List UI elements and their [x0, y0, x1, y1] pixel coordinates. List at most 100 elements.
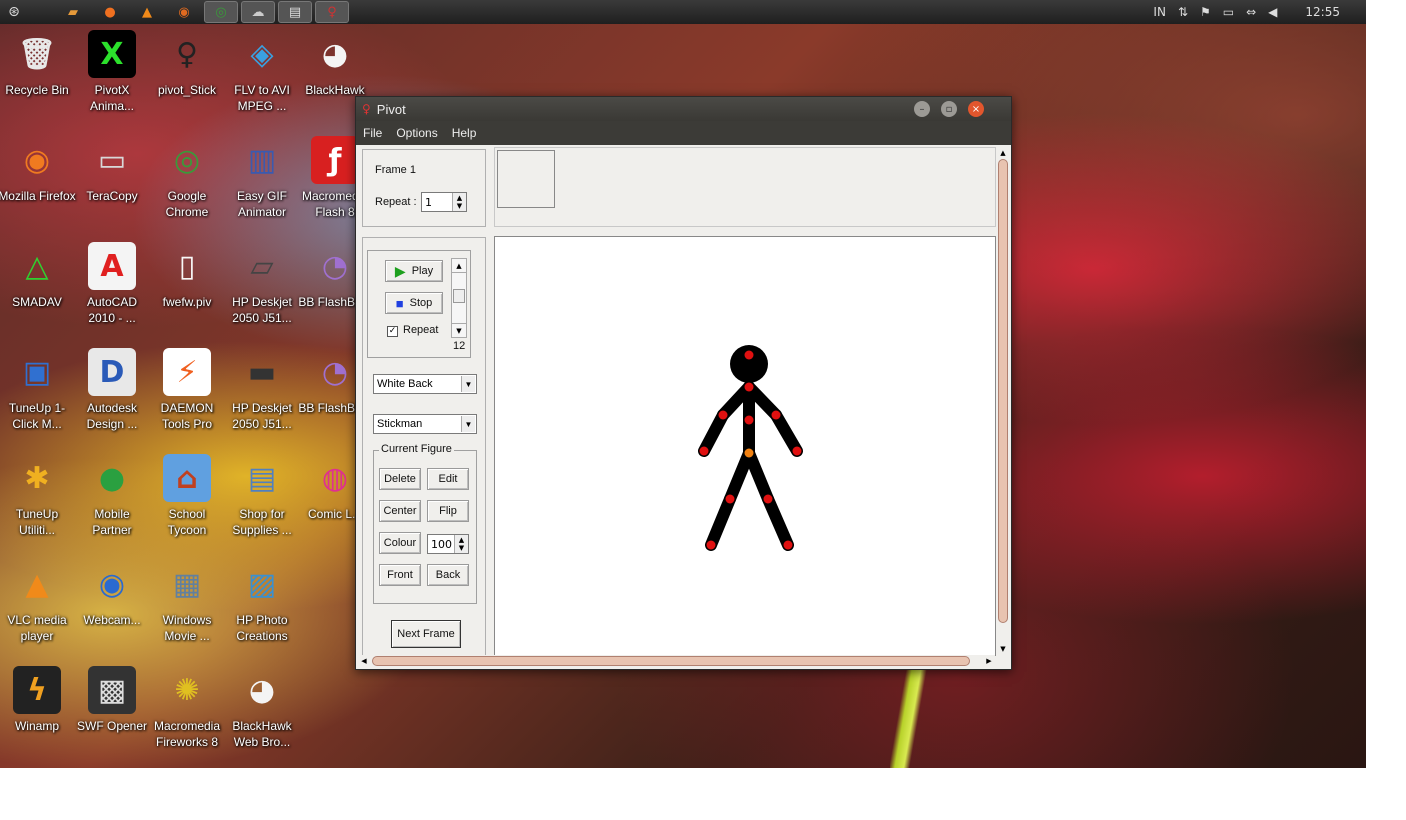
minimize-button[interactable]: – — [914, 101, 930, 117]
flip-button[interactable]: Flip — [427, 500, 469, 522]
chevron-down-icon[interactable]: ▼ — [461, 376, 475, 392]
delete-button[interactable]: Delete — [379, 468, 421, 490]
home-icon[interactable]: ⊛ — [0, 1, 28, 23]
desktop-icon[interactable]: ▦ Windows Movie ... — [150, 560, 224, 660]
desktop-icon[interactable]: ▥ Easy GIF Animator — [225, 136, 299, 236]
size-spinner[interactable]: 100 ▲ ▼ — [427, 534, 469, 554]
joint-handle[interactable] — [744, 382, 754, 392]
center-button[interactable]: Center — [379, 500, 421, 522]
desktop-icon[interactable]: X PivotX Anima... — [75, 30, 149, 130]
desktop-icon[interactable]: ▱ HP Deskjet 2050 J51... — [225, 242, 299, 342]
figure-select[interactable]: Stickman ▼ — [373, 414, 477, 434]
clock[interactable]: 12:55 — [1305, 5, 1340, 19]
vlc-icon[interactable]: ▲ — [130, 1, 164, 23]
desktop-icon[interactable]: ▭ TeraCopy — [75, 136, 149, 236]
desktop-icon[interactable]: ♀ pivot_Stick — [150, 30, 224, 130]
desktop-icon[interactable]: ▤ Shop for Supplies ... — [225, 454, 299, 554]
spinner-arrows-icon[interactable]: ▲ ▼ — [454, 535, 468, 553]
repeat-spinner[interactable]: 1 ▲ ▼ — [421, 192, 467, 212]
chrome-icon[interactable]: ◎ — [204, 1, 238, 23]
desktop-icon[interactable]: ◉ Webcam... — [75, 560, 149, 660]
desktop-icon[interactable]: ◈ FLV to AVI MPEG ... — [225, 30, 299, 130]
joint-handle[interactable] — [783, 540, 793, 550]
colour-button[interactable]: Colour — [379, 532, 421, 554]
close-button[interactable]: × — [968, 101, 984, 117]
network-icon[interactable]: ⇅ — [1178, 5, 1188, 19]
desktop-icon[interactable]: ▩ SWF Opener — [75, 666, 149, 766]
stop-button[interactable]: ■ Stop — [385, 292, 443, 314]
joint-handle[interactable] — [744, 350, 754, 360]
slider-thumb[interactable] — [453, 289, 465, 303]
figure-limb[interactable] — [698, 409, 729, 457]
maximize-button[interactable]: ▫ — [941, 101, 957, 117]
title-bar[interactable]: ♀ Pivot – ▫ × — [356, 97, 1011, 121]
desktop-icon[interactable]: ✱ TuneUp Utiliti... — [0, 454, 74, 554]
scroll-down-icon[interactable]: ▼ — [997, 643, 1009, 655]
menu-help[interactable]: Help — [445, 126, 484, 140]
horizontal-scroll-thumb[interactable] — [372, 656, 970, 666]
spinner-arrows-icon[interactable]: ▲ ▼ — [452, 193, 466, 211]
menu-file[interactable]: File — [356, 126, 389, 140]
joint-handle[interactable] — [718, 410, 728, 420]
volume-icon[interactable]: ◀ — [1268, 5, 1277, 19]
desktop-icon[interactable]: ϟ Winamp — [0, 666, 74, 766]
desktop-icon[interactable]: ● Mobile Partner — [75, 454, 149, 554]
vertical-scroll-thumb[interactable] — [998, 159, 1008, 623]
joint-handle[interactable] — [763, 494, 773, 504]
stickman-figure[interactable] — [495, 237, 995, 655]
desktop-icon[interactable]: ✺ Macromedia Fireworks 8 — [150, 666, 224, 766]
joint-handle[interactable] — [725, 494, 735, 504]
desktop-icon[interactable]: ◕ BlackHawk Web Bro... — [225, 666, 299, 766]
folder-icon[interactable]: ▰ — [56, 1, 90, 23]
horizontal-scrollbar[interactable]: ◀ ▶ — [358, 655, 995, 667]
edit-button[interactable]: Edit — [427, 468, 469, 490]
figure-limb[interactable] — [762, 493, 794, 551]
front-button[interactable]: Front — [379, 564, 421, 586]
pivot-taskbar-icon[interactable]: ♀ — [315, 1, 349, 23]
repeat-checkbox[interactable]: ✓ — [387, 326, 398, 337]
flag-icon[interactable]: ⚑ — [1200, 5, 1211, 19]
desktop-icon[interactable]: ▯ fwefw.piv — [150, 242, 224, 342]
center-joint-handle[interactable] — [744, 448, 754, 458]
desktop-icon[interactable]: ▨ HP Photo Creations — [225, 560, 299, 660]
desktop-icon[interactable]: ◉ Mozilla Firefox — [0, 136, 76, 236]
scroll-right-icon[interactable]: ▶ — [983, 655, 995, 667]
animation-canvas[interactable] — [494, 236, 996, 656]
back-button[interactable]: Back — [427, 564, 469, 586]
link-icon[interactable]: ⇔ — [1246, 5, 1256, 19]
desktop-icon[interactable]: ▣ TuneUp 1-Click M... — [0, 348, 74, 448]
scroll-up-icon[interactable]: ▲ — [997, 147, 1009, 159]
battery-icon[interactable]: ▭ — [1223, 5, 1234, 19]
scroll-left-icon[interactable]: ◀ — [358, 655, 370, 667]
desktop-icon[interactable]: D Autodesk Design ... — [75, 348, 149, 448]
desktop-icon[interactable]: ⚡ DAEMON Tools Pro — [150, 348, 224, 448]
chevron-down-icon[interactable]: ▼ — [461, 416, 475, 432]
desktop-icon[interactable]: ▬ HP Deskjet 2050 J51... — [225, 348, 299, 448]
desktop-icon[interactable]: △ SMADAV — [0, 242, 74, 342]
joint-handle[interactable] — [699, 446, 709, 456]
ubuntu-one-icon[interactable]: ● — [93, 1, 127, 23]
menu-options[interactable]: Options — [389, 126, 444, 140]
desktop-icon[interactable]: 🗑 Recycle Bin — [0, 30, 74, 130]
desktop-icon[interactable]: ▲ VLC media player — [0, 560, 74, 660]
figure-limb[interactable] — [705, 493, 736, 551]
pidgin-icon[interactable]: ☁ — [241, 1, 275, 23]
slider-up-icon[interactable]: ▲ — [452, 259, 466, 273]
files-icon[interactable]: ▤ — [278, 1, 312, 23]
firefox-icon[interactable]: ◉ — [167, 1, 201, 23]
joint-handle[interactable] — [744, 415, 754, 425]
desktop-icon[interactable]: ⌂ School Tycoon — [150, 454, 224, 554]
keyboard-indicator[interactable]: IN — [1153, 5, 1166, 19]
vertical-scrollbar[interactable]: ▲ ▼ — [997, 147, 1009, 655]
desktop-icon[interactable]: ◎ Google Chrome — [150, 136, 224, 236]
joint-handle[interactable] — [706, 540, 716, 550]
desktop-icon[interactable]: A AutoCAD 2010 - ... — [75, 242, 149, 342]
background-select[interactable]: White Back ▼ — [373, 374, 477, 394]
figure-limb[interactable] — [743, 447, 774, 505]
figure-limb[interactable] — [770, 409, 803, 457]
joint-handle[interactable] — [771, 410, 781, 420]
speed-slider[interactable]: ▲ ▼ — [451, 258, 467, 338]
frame-thumbnail[interactable] — [497, 150, 555, 208]
joint-handle[interactable] — [792, 446, 802, 456]
next-frame-button[interactable]: Next Frame — [391, 620, 461, 648]
